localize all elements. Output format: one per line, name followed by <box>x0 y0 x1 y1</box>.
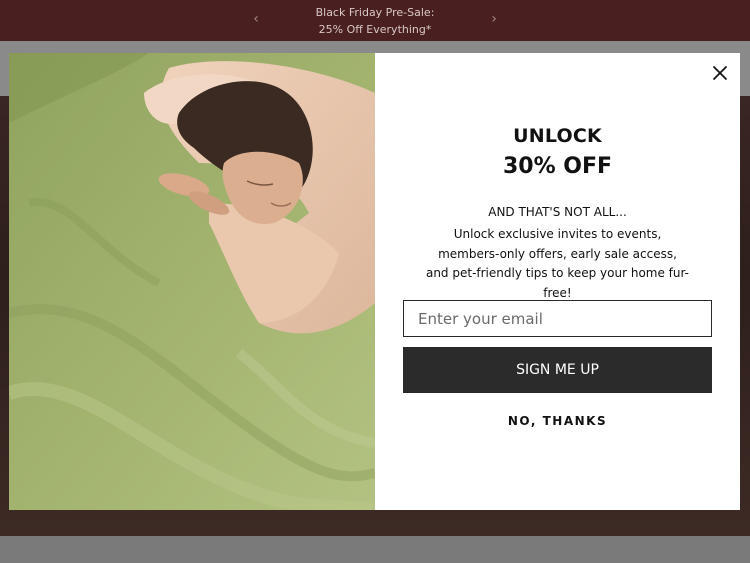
popup-subhead: AND THAT'S NOT ALL... <box>488 205 627 219</box>
popup-headline: 30% OFF <box>502 154 613 179</box>
announcement-bar: ‹ Black Friday Pre-Sale: 25% Off Everyth… <box>0 0 750 41</box>
chevron-left-icon[interactable]: ‹ <box>248 11 264 27</box>
signup-popup: UNLOCK 30% OFF AND THAT'S NOT ALL... Unl… <box>9 53 740 510</box>
announcement-line-2: 25% Off Everything* <box>318 22 432 36</box>
email-input[interactable] <box>403 300 712 337</box>
page-footer-dimmed <box>0 536 750 563</box>
popup-content: UNLOCK 30% OFF AND THAT'S NOT ALL... Unl… <box>375 53 740 510</box>
popup-hero-image <box>9 53 375 510</box>
close-icon[interactable] <box>712 65 728 81</box>
popup-eyebrow: UNLOCK <box>513 125 602 147</box>
announcement-line-1: Black Friday Pre-Sale: <box>315 5 435 19</box>
announcement-text: Black Friday Pre-Sale: 25% Off Everythin… <box>316 4 435 38</box>
sign-me-up-button[interactable]: SIGN ME UP <box>403 347 712 393</box>
popup-body-copy: Unlock exclusive invites to events, memb… <box>425 227 690 300</box>
no-thanks-link[interactable]: NO, THANKS <box>375 414 740 428</box>
sleeping-woman-illustration <box>9 53 375 510</box>
chevron-right-icon[interactable]: › <box>486 11 502 27</box>
